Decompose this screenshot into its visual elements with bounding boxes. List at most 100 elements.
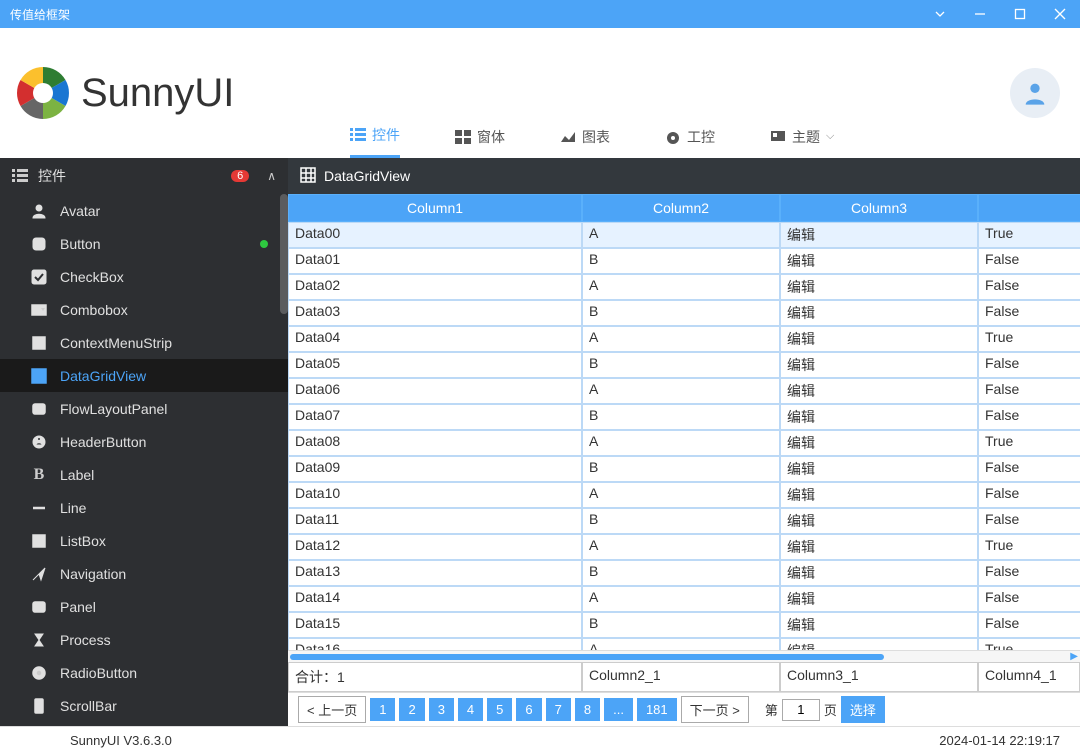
tab-4[interactable]: 主题⌵ <box>770 117 834 158</box>
grid-cell[interactable]: False <box>978 456 1080 482</box>
grid-cell[interactable]: Data15 <box>288 612 582 638</box>
sidebar-item-datagridview[interactable]: DataGridView <box>0 359 288 392</box>
grid-cell[interactable]: False <box>978 300 1080 326</box>
sidebar-item-navigation[interactable]: Navigation <box>0 557 288 590</box>
tab-2[interactable]: 图表 <box>560 117 610 158</box>
column-header[interactable]: Colu <box>978 194 1080 222</box>
grid-cell[interactable]: A <box>582 638 780 650</box>
sidebar-item-avatar[interactable]: Avatar <box>0 194 288 227</box>
grid-cell[interactable]: True <box>978 430 1080 456</box>
sidebar-item-checkbox[interactable]: CheckBox <box>0 260 288 293</box>
grid-cell[interactable]: True <box>978 534 1080 560</box>
grid-cell[interactable]: B <box>582 508 780 534</box>
grid-cell[interactable]: False <box>978 378 1080 404</box>
grid-cell[interactable]: 编辑 <box>780 404 978 430</box>
page-button[interactable]: 5 <box>487 698 512 721</box>
grid-cell[interactable]: 编辑 <box>780 508 978 534</box>
grid-cell[interactable]: 编辑 <box>780 534 978 560</box>
grid-cell[interactable]: Data11 <box>288 508 582 534</box>
grid-cell[interactable]: A <box>582 222 780 248</box>
grid-cell[interactable]: Data12 <box>288 534 582 560</box>
tab-0[interactable]: 控件 <box>350 117 400 158</box>
sidebar-item-headerbutton[interactable]: HeaderButton <box>0 425 288 458</box>
grid-cell[interactable]: B <box>582 560 780 586</box>
horizontal-scrollbar[interactable]: ▶ <box>288 650 1080 662</box>
sidebar-item-flowlayoutpanel[interactable]: FlowLayoutPanel <box>0 392 288 425</box>
grid-cell[interactable]: False <box>978 560 1080 586</box>
grid-cell[interactable]: 编辑 <box>780 352 978 378</box>
grid-cell[interactable]: 编辑 <box>780 326 978 352</box>
goto-select-button[interactable]: 选择 <box>841 696 885 723</box>
sidebar-item-panel[interactable]: Panel <box>0 590 288 623</box>
sidebar-item-combobox[interactable]: Combobox <box>0 293 288 326</box>
sidebar-item-radiobutton[interactable]: RadioButton <box>0 656 288 689</box>
maximize-button[interactable] <box>1000 0 1040 28</box>
grid-cell[interactable]: 编辑 <box>780 222 978 248</box>
grid-cell[interactable]: A <box>582 482 780 508</box>
column-header[interactable]: Column2 <box>582 194 780 222</box>
grid-cell[interactable]: False <box>978 404 1080 430</box>
grid-cell[interactable]: B <box>582 352 780 378</box>
grid-cell[interactable]: Data13 <box>288 560 582 586</box>
page-button[interactable]: 4 <box>458 698 483 721</box>
column-header[interactable]: Column1 <box>288 194 582 222</box>
grid-cell[interactable]: Data08 <box>288 430 582 456</box>
grid-cell[interactable]: Data16 <box>288 638 582 650</box>
scroll-thumb[interactable] <box>290 654 884 660</box>
grid-cell[interactable]: False <box>978 274 1080 300</box>
grid-cell[interactable]: True <box>978 222 1080 248</box>
grid-cell[interactable]: A <box>582 378 780 404</box>
sidebar-item-button[interactable]: Button <box>0 227 288 260</box>
grid-cell[interactable]: 编辑 <box>780 456 978 482</box>
sidebar-item-listbox[interactable]: ListBox <box>0 524 288 557</box>
grid-cell[interactable]: Data05 <box>288 352 582 378</box>
scroll-right-icon[interactable]: ▶ <box>1070 651 1078 662</box>
grid-cell[interactable]: Data02 <box>288 274 582 300</box>
sidebar-item-contextmenustrip[interactable]: ContextMenuStrip <box>0 326 288 359</box>
sidebar-item-label[interactable]: BLabel <box>0 458 288 491</box>
grid-cell[interactable]: Data10 <box>288 482 582 508</box>
avatar[interactable] <box>1010 68 1060 118</box>
column-header[interactable]: Column3 <box>780 194 978 222</box>
grid-cell[interactable]: B <box>582 248 780 274</box>
grid-cell[interactable]: A <box>582 586 780 612</box>
grid-cell[interactable]: True <box>978 638 1080 650</box>
grid-cell[interactable]: 编辑 <box>780 482 978 508</box>
page-button[interactable]: 8 <box>575 698 600 721</box>
page-button[interactable]: 181 <box>637 698 677 721</box>
grid-cell[interactable]: 编辑 <box>780 378 978 404</box>
sidebar-header[interactable]: 控件 6 ∧ <box>0 158 288 194</box>
grid-cell[interactable]: False <box>978 482 1080 508</box>
prev-page-button[interactable]: < 上一页 <box>298 696 366 723</box>
grid-cell[interactable]: 编辑 <box>780 586 978 612</box>
sidebar-item-scrollbar[interactable]: ScrollBar <box>0 689 288 722</box>
grid-cell[interactable]: 编辑 <box>780 560 978 586</box>
grid-cell[interactable]: B <box>582 404 780 430</box>
tab-3[interactable]: 工控 <box>665 117 715 158</box>
grid-cell[interactable]: B <box>582 612 780 638</box>
grid-cell[interactable]: True <box>978 326 1080 352</box>
grid-cell[interactable]: Data07 <box>288 404 582 430</box>
grid-cell[interactable]: Data14 <box>288 586 582 612</box>
grid-cell[interactable]: A <box>582 534 780 560</box>
data-grid[interactable]: Column1Column2Column3ColuData00A编辑TrueDa… <box>288 194 1080 650</box>
grid-cell[interactable]: Data09 <box>288 456 582 482</box>
page-button[interactable]: ... <box>604 698 633 721</box>
page-button[interactable]: 7 <box>546 698 571 721</box>
grid-cell[interactable]: B <box>582 300 780 326</box>
grid-cell[interactable]: 编辑 <box>780 274 978 300</box>
grid-cell[interactable]: Data03 <box>288 300 582 326</box>
page-button[interactable]: 6 <box>516 698 541 721</box>
grid-cell[interactable]: False <box>978 612 1080 638</box>
tab-1[interactable]: 窗体 <box>455 117 505 158</box>
grid-cell[interactable]: B <box>582 456 780 482</box>
grid-cell[interactable]: Data01 <box>288 248 582 274</box>
grid-cell[interactable]: Data06 <box>288 378 582 404</box>
grid-cell[interactable]: False <box>978 508 1080 534</box>
grid-cell[interactable]: False <box>978 248 1080 274</box>
page-button[interactable]: 2 <box>399 698 424 721</box>
grid-cell[interactable]: Data00 <box>288 222 582 248</box>
grid-cell[interactable]: False <box>978 586 1080 612</box>
grid-cell[interactable]: A <box>582 326 780 352</box>
sidebar-scroll-thumb[interactable] <box>280 194 288 314</box>
